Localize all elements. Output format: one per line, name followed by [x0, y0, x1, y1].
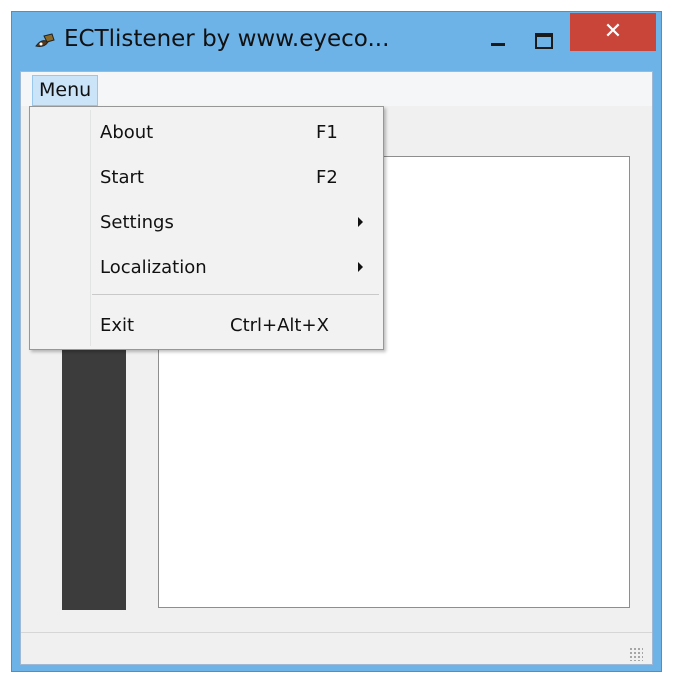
menu-item-shortcut: Ctrl+Alt+X: [230, 315, 329, 336]
menu-item-label: Localization: [100, 257, 207, 278]
submenu-arrow-icon: [358, 262, 363, 272]
menu-item-about[interactable]: About F1: [32, 110, 381, 154]
minimize-button[interactable]: [475, 20, 521, 64]
close-button[interactable]: ✕: [570, 13, 656, 51]
window-title: ECTlistener by www.eyeco...: [64, 26, 390, 52]
submenu-arrow-icon: [358, 217, 363, 227]
app-eye-icon[interactable]: [34, 32, 56, 52]
close-icon: ✕: [603, 19, 623, 44]
menu-item-label: Settings: [100, 212, 174, 233]
menubar-item-menu[interactable]: Menu: [32, 75, 99, 106]
resize-grip-icon[interactable]: [629, 647, 643, 661]
menu-item-label: Exit: [100, 315, 135, 336]
maximize-button[interactable]: [521, 20, 567, 64]
menu-item-shortcut: F1: [316, 122, 338, 143]
menu-item-exit[interactable]: Exit Ctrl+Alt+X: [32, 303, 381, 347]
dropdown-menu: About F1 Start F2 Settings Localization …: [29, 106, 384, 350]
title-bar[interactable]: ECTlistener by www.eyeco... ✕: [12, 12, 661, 71]
menu-item-start[interactable]: Start F2: [32, 155, 381, 199]
menu-item-shortcut: F2: [316, 167, 338, 188]
menu-item-settings[interactable]: Settings: [32, 200, 381, 244]
menu-item-label: About: [100, 122, 154, 143]
menu-item-label: Start: [100, 167, 144, 188]
status-bar-divider: [21, 632, 652, 633]
menu-item-localization[interactable]: Localization: [32, 245, 381, 289]
menu-separator: [92, 294, 379, 295]
menu-bar: Menu: [21, 72, 652, 106]
